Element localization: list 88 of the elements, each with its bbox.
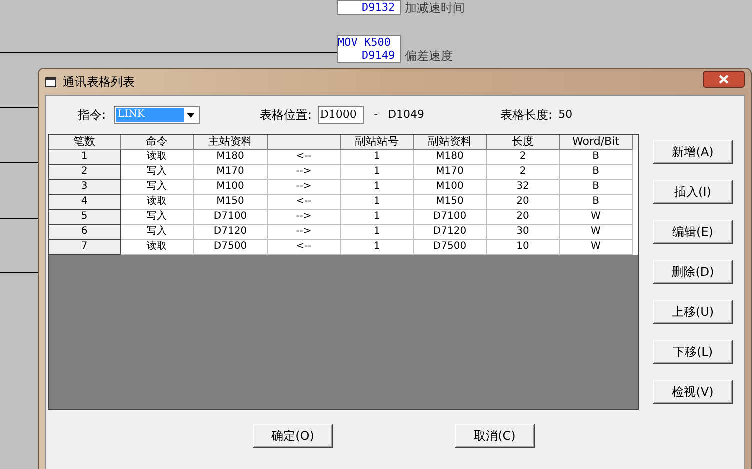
operand-text: D9149 — [361, 49, 396, 62]
close-icon — [719, 74, 729, 84]
table-cell: --> — [268, 225, 341, 240]
operand-text: D9132 — [361, 1, 396, 14]
table-cell: 写入 — [121, 210, 194, 225]
row-header: 6 — [49, 225, 121, 240]
action-button[interactable]: 上移(U) — [653, 300, 733, 324]
table-cell: <-- — [268, 150, 341, 165]
instruction-text: MOV K500 — [338, 36, 392, 49]
table-cell: <-- — [268, 240, 341, 255]
close-button[interactable] — [703, 70, 745, 88]
table-cell: W — [560, 240, 633, 255]
row-header: 5 — [49, 210, 121, 225]
table-cell: 1 — [341, 195, 414, 210]
table-cell: --> — [268, 210, 341, 225]
table-length-label: 表格长度: — [500, 107, 553, 124]
row-header: 4 — [49, 195, 121, 210]
table-cell: M170 — [414, 165, 487, 180]
table-position-label: 表格位置: — [260, 107, 312, 124]
table-cell: <-- — [268, 195, 341, 210]
table-cell: 2 — [487, 150, 560, 165]
table-cell: 读取 — [121, 240, 194, 255]
table-cell: D7120 — [414, 225, 487, 240]
table-cell: B — [560, 195, 633, 210]
table-cell: 1 — [341, 180, 414, 195]
table-cell: --> — [268, 165, 341, 180]
table-cell: M180 — [194, 150, 268, 165]
table-cell: 写入 — [121, 165, 194, 180]
table-cell: 30 — [487, 225, 560, 240]
action-button[interactable]: 编辑(E) — [653, 220, 733, 244]
table-cell: D7120 — [194, 225, 268, 240]
table-cell: 1 — [341, 225, 414, 240]
table-cell: M100 — [414, 180, 487, 195]
table-cell: 10 — [487, 240, 560, 255]
row-header: 2 — [49, 165, 121, 180]
column-header: Word/Bit — [560, 135, 633, 150]
action-button[interactable]: 新增(A) — [653, 140, 733, 164]
action-button[interactable]: 检视(V) — [653, 380, 733, 404]
row-header: 1 — [49, 150, 121, 165]
ok-button[interactable]: 确定(O) — [253, 424, 333, 448]
device-comment: 加减速时间 — [405, 1, 465, 15]
action-button[interactable]: 下移(L) — [653, 340, 733, 364]
row-header: 7 — [49, 240, 121, 255]
range-separator: - — [374, 106, 378, 123]
action-button[interactable]: 插入(I) — [653, 180, 733, 204]
table-cell: D7100 — [194, 210, 268, 225]
column-header: 长度 — [487, 135, 560, 150]
table-cell: D7500 — [414, 240, 487, 255]
table-cell: 1 — [341, 240, 414, 255]
table-start-field[interactable]: D1000 — [318, 106, 364, 124]
row-header: 3 — [49, 180, 121, 195]
table-cell: 2 — [487, 165, 560, 180]
column-header: 副站资料 — [414, 135, 487, 150]
table-cell: 写入 — [121, 180, 194, 195]
table-cell: 20 — [487, 195, 560, 210]
table-cell: 1 — [341, 210, 414, 225]
table-cell: D7100 — [414, 210, 487, 225]
table-length-value: 50 — [558, 106, 573, 123]
column-header: 主站资料 — [194, 135, 268, 150]
table-cell: B — [560, 150, 633, 165]
command-label: 指令: — [78, 107, 106, 124]
table-end-text: D1049 — [388, 106, 425, 123]
table-cell: W — [560, 225, 633, 240]
table-cell: 1 — [341, 165, 414, 180]
table-cell: 写入 — [121, 225, 194, 240]
column-header: 副站站号 — [341, 135, 414, 150]
window-title: 通讯表格列表 — [63, 74, 135, 91]
cancel-button[interactable]: 取消(C) — [455, 424, 535, 448]
table-cell: 读取 — [121, 150, 194, 165]
table-cell: D7500 — [194, 240, 268, 255]
table-cell: M150 — [414, 195, 487, 210]
table-cell: W — [560, 210, 633, 225]
table-cell: M180 — [414, 150, 487, 165]
table-cell: M170 — [194, 165, 268, 180]
table-cell: --> — [268, 180, 341, 195]
table-cell: 读取 — [121, 195, 194, 210]
window-icon — [45, 76, 57, 88]
action-button[interactable]: 删除(D) — [653, 260, 733, 284]
table-cell: 32 — [487, 180, 560, 195]
table-cell: 1 — [341, 150, 414, 165]
table-cell: B — [560, 165, 633, 180]
column-header: 命令 — [121, 135, 194, 150]
column-header: 笔数 — [49, 135, 121, 150]
table-cell: 20 — [487, 210, 560, 225]
device-comment: 偏差速度 — [405, 49, 453, 63]
table-cell: M150 — [194, 195, 268, 210]
table-cell: M100 — [194, 180, 268, 195]
table-cell: B — [560, 180, 633, 195]
